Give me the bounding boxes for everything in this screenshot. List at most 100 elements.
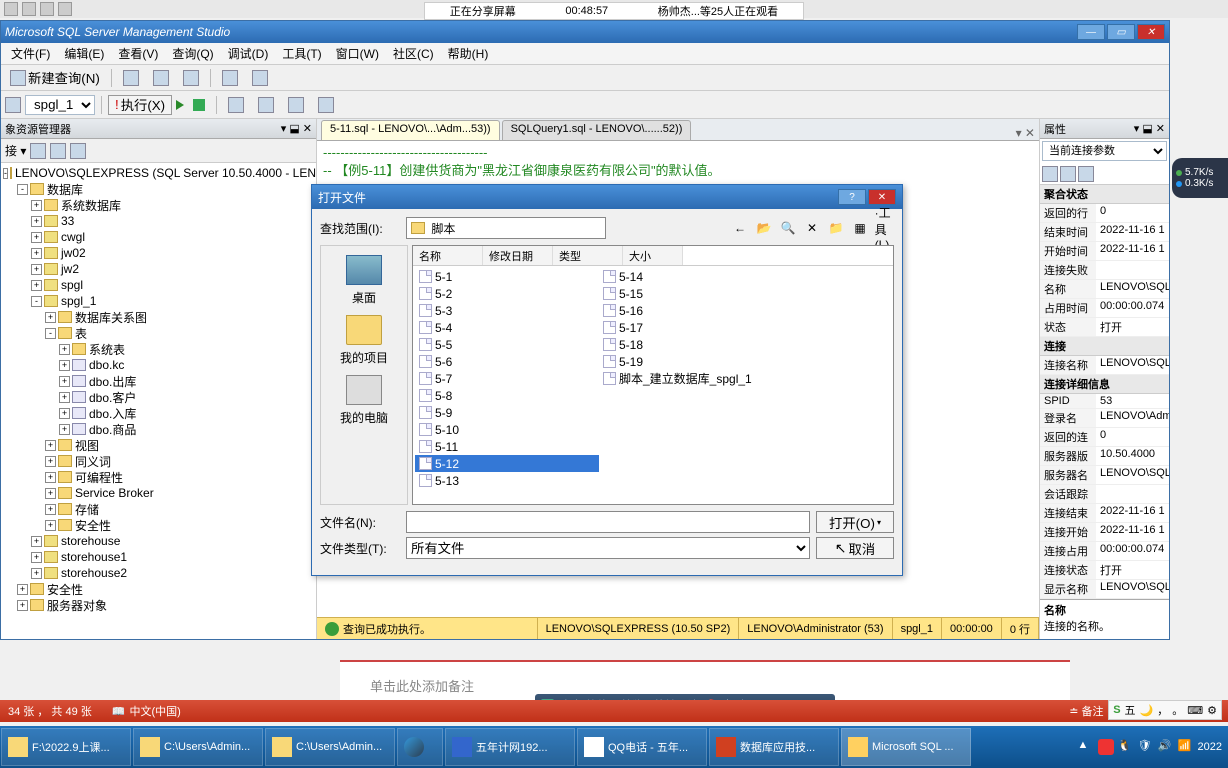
server-node[interactable]: LENOVO\SQLEXPRESS (SQL Server 10.50.4000…	[15, 166, 316, 180]
menu-help[interactable]: 帮助(H)	[442, 43, 495, 64]
menu-view[interactable]: 查看(V)	[112, 43, 164, 64]
menu-query[interactable]: 查询(Q)	[166, 43, 219, 64]
task-item[interactable]: 数据库应用技...	[709, 728, 839, 766]
task-item[interactable]: QQ电话 - 五年...	[577, 728, 707, 766]
security-node[interactable]: 安全性	[47, 581, 83, 598]
expand-icon[interactable]: +	[17, 600, 28, 611]
connect-button[interactable]: 接 ▾	[5, 142, 26, 159]
look-in-combo[interactable]: 脚本	[406, 217, 606, 239]
delete-icon[interactable]: ✕	[802, 218, 822, 238]
keyboard-icon[interactable]: ⌨	[1187, 704, 1203, 717]
cancel-button[interactable]: ↖取消	[816, 537, 894, 559]
table-node[interactable]: dbo.出库	[89, 373, 136, 390]
db-node[interactable]: jw2	[61, 262, 79, 276]
file-item[interactable]: 5-12	[415, 455, 599, 472]
file-item[interactable]: 5-18	[599, 336, 783, 353]
expand-icon[interactable]: +	[45, 472, 56, 483]
expand-icon[interactable]: +	[59, 360, 70, 371]
expand-icon[interactable]: +	[31, 552, 42, 563]
tab-active[interactable]: 5-11.sql - LENOVO\...\Adm...53))	[321, 120, 500, 140]
half-moon-icon[interactable]: 🌙	[1140, 704, 1154, 717]
server-objects-node[interactable]: 服务器对象	[47, 597, 107, 614]
db-node[interactable]: storehouse1	[61, 550, 127, 564]
tab-inactive[interactable]: SQLQuery1.sql - LENOVO\......52))	[502, 120, 692, 140]
views-node[interactable]: 视图	[75, 437, 99, 454]
expand-icon[interactable]: +	[59, 408, 70, 419]
language-label[interactable]: 中文(中国)	[129, 703, 180, 719]
file-item[interactable]: 5-11	[415, 438, 599, 455]
spellcheck-icon[interactable]: 📖	[112, 705, 126, 718]
back-icon[interactable]: ←	[730, 218, 750, 238]
db-node[interactable]: storehouse2	[61, 566, 127, 580]
search-icon[interactable]: 🔍	[778, 218, 798, 238]
dialog-help-button[interactable]: ?	[838, 189, 866, 205]
file-item[interactable]: 5-16	[599, 302, 783, 319]
file-item[interactable]: 5-9	[415, 404, 599, 421]
tools-menu[interactable]: ·工具(L)·	[874, 218, 894, 238]
filetype-combo[interactable]: 所有文件	[406, 537, 810, 559]
place-computer[interactable]: 我的电脑	[321, 370, 407, 430]
qat-start-icon[interactable]	[58, 2, 72, 16]
properties-grid[interactable]: 聚合状态 返回的行0 结束时间2022-11-16 1 开始时间2022-11-…	[1040, 185, 1169, 599]
sys-db-node[interactable]: 系统数据库	[61, 197, 121, 214]
execute-button[interactable]: ! 执行(X)	[108, 95, 172, 115]
file-item[interactable]: 5-2	[415, 285, 599, 302]
prop-pages-icon[interactable]	[1078, 166, 1094, 182]
expand-icon[interactable]: +	[31, 248, 42, 259]
tray-volume-icon[interactable]: 🔊	[1158, 739, 1174, 755]
file-item[interactable]: 5-6	[415, 353, 599, 370]
task-item-wps[interactable]	[397, 728, 443, 766]
dialog-close-button[interactable]: ✕	[868, 189, 896, 205]
close-button[interactable]: ✕	[1137, 24, 1165, 40]
dialog-titlebar[interactable]: 打开文件 ? ✕	[312, 185, 902, 209]
views-icon[interactable]: ▦	[850, 218, 870, 238]
expand-icon[interactable]: +	[31, 264, 42, 275]
categorize-icon[interactable]	[1042, 166, 1058, 182]
file-item[interactable]: 5-10	[415, 421, 599, 438]
diagrams-node[interactable]: 数据库关系图	[75, 309, 147, 326]
tb-options-button[interactable]	[283, 95, 309, 115]
menu-edit[interactable]: 编辑(E)	[58, 43, 110, 64]
maximize-button[interactable]: ▭	[1107, 24, 1135, 40]
file-item[interactable]: 5-7	[415, 370, 599, 387]
sys-tables-node[interactable]: 系统表	[89, 341, 125, 358]
table-node[interactable]: dbo.客户	[89, 389, 136, 406]
qat-save-icon[interactable]	[4, 2, 18, 16]
expand-icon[interactable]: +	[31, 216, 42, 227]
ime-indicator-bar[interactable]: S 五 🌙 ，。 ⌨ ⚙	[1108, 700, 1222, 720]
place-projects[interactable]: 我的项目	[321, 310, 407, 370]
menu-debug[interactable]: 调试(D)	[222, 43, 275, 64]
db-node[interactable]: jw02	[61, 246, 86, 260]
open-button[interactable]: 打开(O)▾	[816, 511, 894, 533]
tb-intellisense-button[interactable]	[313, 95, 339, 115]
parse-button[interactable]	[223, 95, 249, 115]
tb-save-all-button[interactable]	[178, 68, 204, 88]
expand-icon[interactable]: +	[45, 440, 56, 451]
expand-icon[interactable]: +	[31, 536, 42, 547]
db-node[interactable]: 33	[61, 214, 74, 228]
file-item[interactable]: 5-8	[415, 387, 599, 404]
expand-icon[interactable]: -	[3, 168, 8, 179]
refresh-icon[interactable]	[30, 143, 46, 159]
prop-category[interactable]: 聚合状态	[1040, 185, 1169, 204]
tb-save-button[interactable]	[148, 68, 174, 88]
expand-icon[interactable]: -	[17, 184, 28, 195]
tb-registered-button[interactable]	[247, 68, 273, 88]
tab-close-icon[interactable]: ▾ ✕	[1016, 126, 1035, 140]
file-item[interactable]: 5-17	[599, 319, 783, 336]
storage-node[interactable]: 存储	[75, 501, 99, 518]
service-broker-node[interactable]: Service Broker	[75, 486, 154, 500]
filter-icon[interactable]	[50, 143, 66, 159]
prop-category[interactable]: 连接详细信息	[1040, 375, 1169, 394]
file-item[interactable]: 5-14	[599, 268, 783, 285]
expand-icon[interactable]: +	[59, 344, 70, 355]
qat-redo-icon[interactable]	[40, 2, 54, 16]
expand-icon[interactable]: +	[31, 568, 42, 579]
notes-button[interactable]: ≐ 备注	[1069, 703, 1103, 719]
synonyms-node[interactable]: 同义词	[75, 453, 111, 470]
tray-qq-icon[interactable]: 🐧	[1118, 739, 1134, 755]
properties-combo[interactable]: 当前连接参数	[1042, 141, 1167, 161]
play-icon[interactable]	[176, 100, 184, 110]
ime-mode[interactable]: 五	[1125, 702, 1136, 718]
expand-icon[interactable]: +	[17, 584, 28, 595]
